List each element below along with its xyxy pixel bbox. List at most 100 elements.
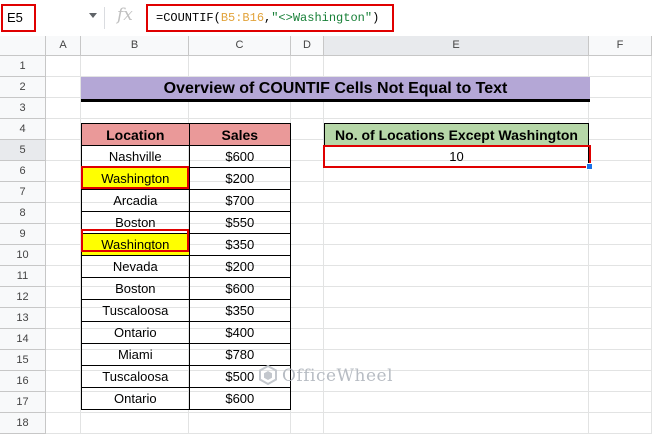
grid-cell[interactable] bbox=[291, 329, 324, 350]
row-header-16[interactable]: 16 bbox=[0, 371, 46, 392]
grid-cell[interactable] bbox=[324, 329, 589, 350]
grid-cell[interactable] bbox=[589, 329, 652, 350]
grid-cell[interactable] bbox=[589, 287, 652, 308]
grid-cell[interactable] bbox=[291, 287, 324, 308]
grid-cell[interactable] bbox=[589, 413, 652, 434]
grid-cell[interactable] bbox=[46, 161, 81, 182]
row-header-2[interactable]: 2 bbox=[0, 77, 46, 98]
grid-cell[interactable] bbox=[589, 119, 652, 140]
location-cell[interactable]: Ontario bbox=[81, 387, 190, 410]
grid-cell[interactable] bbox=[324, 413, 589, 434]
grid-cell[interactable] bbox=[291, 392, 324, 413]
formula-input[interactable]: =COUNTIF(B5:B16,"<>Washington") bbox=[146, 4, 394, 32]
location-cell[interactable]: Tuscaloosa bbox=[81, 299, 190, 322]
sales-cell[interactable]: $780 bbox=[188, 343, 292, 366]
row-header-18[interactable]: 18 bbox=[0, 413, 46, 434]
grid-cell[interactable] bbox=[46, 350, 81, 371]
grid-cell[interactable] bbox=[46, 245, 81, 266]
grid-cell[interactable] bbox=[324, 287, 589, 308]
grid-cell[interactable] bbox=[589, 392, 652, 413]
grid-cell[interactable] bbox=[589, 56, 652, 77]
row-header-1[interactable]: 1 bbox=[0, 56, 46, 77]
row-header-17[interactable]: 17 bbox=[0, 392, 46, 413]
grid-cell[interactable] bbox=[589, 308, 652, 329]
grid-cell[interactable] bbox=[324, 308, 589, 329]
grid-cell[interactable] bbox=[46, 77, 81, 98]
column-header-c[interactable]: C bbox=[189, 36, 291, 56]
column-header-a[interactable]: A bbox=[46, 36, 81, 56]
grid-cell[interactable] bbox=[291, 308, 324, 329]
grid-cell[interactable] bbox=[589, 98, 652, 119]
row-header-15[interactable]: 15 bbox=[0, 350, 46, 371]
grid-cell[interactable] bbox=[189, 413, 291, 434]
sales-cell[interactable]: $350 bbox=[188, 299, 292, 322]
grid-cell[interactable] bbox=[291, 224, 324, 245]
grid-cell[interactable] bbox=[46, 182, 81, 203]
sales-cell[interactable]: $700 bbox=[188, 189, 292, 212]
grid-cell[interactable] bbox=[46, 287, 81, 308]
grid-cell[interactable] bbox=[589, 371, 652, 392]
grid-cell[interactable] bbox=[46, 308, 81, 329]
select-all-corner[interactable] bbox=[0, 36, 46, 56]
location-cell[interactable]: Nevada bbox=[81, 255, 190, 278]
grid-cell[interactable] bbox=[589, 140, 652, 161]
selection-fill-handle[interactable] bbox=[586, 163, 593, 170]
sales-cell[interactable]: $600 bbox=[188, 387, 292, 410]
header-location[interactable]: Location bbox=[81, 123, 190, 146]
grid-cell[interactable] bbox=[324, 245, 589, 266]
grid-cell[interactable] bbox=[589, 77, 652, 98]
grid-cell[interactable] bbox=[46, 203, 81, 224]
sales-cell[interactable]: $600 bbox=[188, 277, 292, 300]
grid-cell[interactable] bbox=[81, 56, 189, 77]
grid-cell[interactable] bbox=[46, 56, 81, 77]
location-cell[interactable]: Miami bbox=[81, 343, 190, 366]
grid-cell[interactable] bbox=[46, 119, 81, 140]
grid-cell[interactable] bbox=[291, 161, 324, 182]
column-header-f[interactable]: F bbox=[589, 36, 652, 56]
row-header-7[interactable]: 7 bbox=[0, 182, 46, 203]
row-header-11[interactable]: 11 bbox=[0, 266, 46, 287]
grid-cell[interactable] bbox=[291, 56, 324, 77]
grid-cell[interactable] bbox=[189, 56, 291, 77]
row-header-14[interactable]: 14 bbox=[0, 329, 46, 350]
location-cell[interactable]: Tuscaloosa bbox=[81, 365, 190, 388]
row-header-3[interactable]: 3 bbox=[0, 98, 46, 119]
grid-cell[interactable] bbox=[324, 266, 589, 287]
grid-cell[interactable] bbox=[291, 245, 324, 266]
grid-cell[interactable] bbox=[291, 266, 324, 287]
location-cell[interactable]: Arcadia bbox=[81, 189, 190, 212]
grid-cell[interactable] bbox=[46, 371, 81, 392]
sales-cell[interactable]: $600 bbox=[188, 145, 292, 168]
row-header-5[interactable]: 5 bbox=[0, 140, 46, 161]
grid-cell[interactable] bbox=[324, 182, 589, 203]
sales-cell[interactable]: $400 bbox=[188, 321, 292, 344]
row-header-10[interactable]: 10 bbox=[0, 245, 46, 266]
sales-cell[interactable]: $200 bbox=[188, 167, 292, 190]
grid-cell[interactable] bbox=[46, 224, 81, 245]
sales-cell[interactable]: $550 bbox=[188, 211, 292, 234]
row-header-4[interactable]: 4 bbox=[0, 119, 46, 140]
column-header-d[interactable]: D bbox=[291, 36, 324, 56]
sales-cell[interactable]: $350 bbox=[188, 233, 292, 256]
column-header-e[interactable]: E bbox=[324, 36, 589, 56]
grid-cell[interactable] bbox=[291, 140, 324, 161]
grid-cell[interactable] bbox=[291, 413, 324, 434]
result-header[interactable]: No. of Locations Except Washington bbox=[324, 123, 589, 146]
page-title[interactable]: Overview of COUNTIF Cells Not Equal to T… bbox=[81, 77, 590, 101]
grid-cell[interactable] bbox=[81, 413, 189, 434]
grid-cell[interactable] bbox=[46, 413, 81, 434]
grid-cell[interactable] bbox=[46, 329, 81, 350]
grid-cell[interactable] bbox=[46, 392, 81, 413]
grid-cell[interactable] bbox=[589, 266, 652, 287]
row-header-6[interactable]: 6 bbox=[0, 161, 46, 182]
grid-cell[interactable] bbox=[324, 224, 589, 245]
grid-cell[interactable] bbox=[324, 392, 589, 413]
location-cell[interactable]: Boston bbox=[81, 277, 190, 300]
grid-cell[interactable] bbox=[291, 119, 324, 140]
grid-cell[interactable] bbox=[589, 182, 652, 203]
grid-cell[interactable] bbox=[46, 98, 81, 119]
grid-cell[interactable] bbox=[589, 203, 652, 224]
grid-cell[interactable] bbox=[46, 266, 81, 287]
grid-cell[interactable] bbox=[46, 140, 81, 161]
header-sales[interactable]: Sales bbox=[188, 123, 292, 146]
